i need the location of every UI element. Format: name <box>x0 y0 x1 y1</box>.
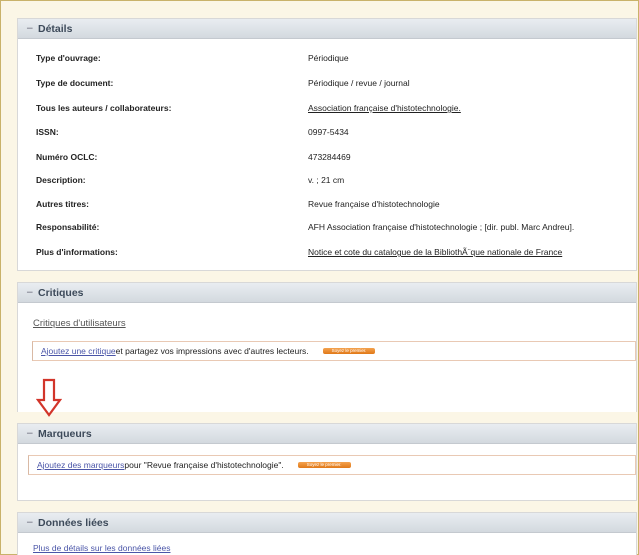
details-value: Périodique / revue / journal <box>308 78 410 88</box>
details-label: Description: <box>36 175 86 185</box>
details-row: Responsabilité: AFH Association français… <box>36 220 636 234</box>
add-tags-box: Ajoutez des marqueurs pour "Revue frança… <box>28 455 636 475</box>
collapse-icon[interactable]: − <box>26 24 38 34</box>
details-row: Numéro OCLC: 473284469 <box>36 150 636 164</box>
details-label: Type de document: <box>36 78 114 88</box>
details-title: Détails <box>38 22 73 35</box>
details-row: Tous les auteurs / collaborateurs: Assoc… <box>36 101 636 115</box>
details-row: Description: v. ; 21 cm <box>36 173 636 187</box>
details-row: Type de document: Périodique / revue / j… <box>36 76 636 90</box>
bnf-notice-link[interactable]: Notice et cote du catalogue de la Biblio… <box>308 247 562 257</box>
marqueurs-header[interactable]: − Marqueurs <box>18 424 636 444</box>
be-first-button[interactable]: Soyez le premier. <box>297 462 351 468</box>
collapse-icon[interactable]: − <box>26 429 38 439</box>
add-review-box: Ajoutez une critique et partagez vos imp… <box>32 341 636 361</box>
linked-data-link[interactable]: Plus de détails sur les données liées <box>33 543 171 553</box>
details-panel: − Détails Type d'ouvrage: Périodique Typ… <box>17 18 637 271</box>
add-review-link[interactable]: Ajoutez une critique <box>41 346 116 356</box>
arrow-down-icon <box>36 378 62 417</box>
add-tags-text: pour "Revue française d'histotechnologie… <box>124 460 284 470</box>
linked-data-header[interactable]: − Données liées <box>18 513 636 533</box>
details-value: v. ; 21 cm <box>308 175 345 185</box>
critiques-header[interactable]: − Critiques <box>18 283 636 303</box>
details-row: ISSN: 0997-5434 <box>36 125 636 139</box>
linked-data-title: Données liées <box>38 516 109 529</box>
details-label: Responsabilité: <box>36 222 100 232</box>
user-reviews-link[interactable]: Critiques d'utilisateurs <box>33 318 126 329</box>
linked-data-panel: − Données liées Plus de détails sur les … <box>17 512 637 555</box>
details-value: 473284469 <box>308 152 351 162</box>
collapse-icon[interactable]: − <box>26 288 38 298</box>
details-row: Plus d'informations: Notice et cote du c… <box>36 245 636 259</box>
details-row: Autres titres: Revue française d'histote… <box>36 197 636 211</box>
add-review-text: et partagez vos impressions avec d'autre… <box>115 346 309 356</box>
details-label: Type d'ouvrage: <box>36 53 101 63</box>
author-link[interactable]: Association française d'histotechnologie… <box>308 103 461 113</box>
details-label: Tous les auteurs / collaborateurs: <box>36 103 172 113</box>
details-label: Numéro OCLC: <box>36 152 98 162</box>
collapse-icon[interactable]: − <box>26 518 38 528</box>
details-label: ISSN: <box>36 127 59 137</box>
details-value: AFH Association française d'histotechnol… <box>308 222 575 232</box>
details-row: Type d'ouvrage: Périodique <box>36 51 636 65</box>
details-label: Autres titres: <box>36 199 89 209</box>
details-value: Revue française d'histotechnologie <box>308 199 440 209</box>
details-value: 0997-5434 <box>308 127 349 137</box>
add-tags-link[interactable]: Ajoutez des marqueurs <box>37 460 124 470</box>
details-header[interactable]: − Détails <box>18 19 636 39</box>
marqueurs-title: Marqueurs <box>38 427 92 440</box>
details-value: Périodique <box>308 53 349 63</box>
be-first-button[interactable]: Soyez le premier. <box>322 348 376 354</box>
critiques-title: Critiques <box>38 286 84 299</box>
details-label: Plus d'informations: <box>36 247 118 257</box>
